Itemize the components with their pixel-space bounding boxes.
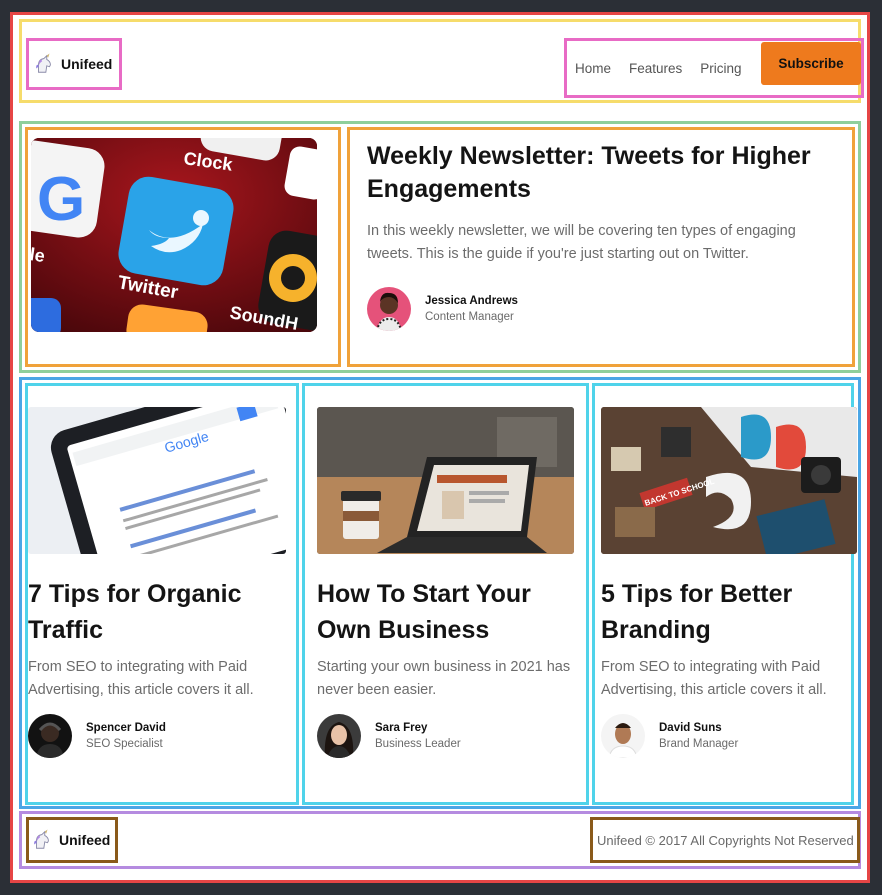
post-title[interactable]: 7 Tips for Organic Traffic <box>28 576 288 648</box>
post-card[interactable]: Google 7 Tips for Organic Traffic From S… <box>25 383 299 805</box>
nav-home[interactable]: Home <box>575 61 611 76</box>
brand-name: Unifeed <box>59 832 111 848</box>
featured-description: In this weekly newsletter, we will be co… <box>367 223 796 262</box>
footer-logo[interactable]: Unifeed <box>26 817 118 863</box>
site-footer: Unifeed Unifeed © 2017 All Copyrights No… <box>19 811 861 869</box>
post-title[interactable]: How To Start Your Own Business <box>317 576 579 648</box>
featured-post: G Clock Twitter SoundH le Weekly Newslet… <box>19 121 861 373</box>
brand-name: Unifeed <box>61 56 113 72</box>
subscribe-button[interactable]: Subscribe <box>761 42 861 85</box>
author-name: Spencer David <box>86 722 166 734</box>
post-author[interactable]: David Suns Brand Manager <box>601 714 738 758</box>
posts-grid: Google 7 Tips for Organic Traffic From S… <box>19 377 861 809</box>
post-description: From SEO to integrating with Paid Advert… <box>601 659 827 698</box>
main-nav: Home Features Pricing Subscribe <box>564 38 864 98</box>
window-top-strip <box>0 0 882 12</box>
author-name: Sara Frey <box>375 722 428 734</box>
avatar <box>367 287 411 331</box>
header-logo[interactable]: Unifeed <box>26 38 122 90</box>
featured-image-wrapper[interactable]: G Clock Twitter SoundH le <box>25 127 341 367</box>
post-author[interactable]: Sara Frey Business Leader <box>317 714 461 758</box>
avatar <box>601 714 645 758</box>
avatar <box>317 714 361 758</box>
copyright-text: Unifeed © 2017 All Copyrights Not Reserv… <box>590 817 860 863</box>
author-role: Content Manager <box>425 311 514 323</box>
post-title[interactable]: 5 Tips for Better Branding <box>601 576 853 648</box>
post-image: Google <box>28 407 286 554</box>
phone-apps-illustration: G Clock Twitter SoundH le <box>31 138 317 332</box>
featured-image: G Clock Twitter SoundH le <box>31 138 317 332</box>
post-card[interactable]: BACK TO SCHOOL 5 Tips for Better Brandin… <box>592 383 857 805</box>
featured-title[interactable]: Weekly Newsletter: Tweets for Higher Eng… <box>367 140 855 206</box>
featured-content: Weekly Newsletter: Tweets for Higher Eng… <box>347 127 855 367</box>
site-header: Unifeed Home Features Pricing Subscribe <box>19 19 864 103</box>
author-role: SEO Specialist <box>86 738 163 750</box>
post-description: From SEO to integrating with Paid Advert… <box>28 659 254 698</box>
post-card[interactable]: How To Start Your Own Business Starting … <box>302 383 589 805</box>
author-name: David Suns <box>659 722 722 734</box>
unicorn-icon <box>34 829 49 849</box>
author-role: Brand Manager <box>659 738 739 750</box>
post-image <box>317 407 574 554</box>
page-container: Unifeed Home Features Pricing Subscribe <box>10 12 870 883</box>
nav-features[interactable]: Features <box>629 61 682 76</box>
post-image: BACK TO SCHOOL <box>601 407 857 554</box>
author-role: Business Leader <box>375 738 461 750</box>
featured-author[interactable]: Jessica Andrews Content Manager <box>367 287 518 331</box>
avatar <box>28 714 72 758</box>
nav-pricing[interactable]: Pricing <box>700 61 741 76</box>
unicorn-icon <box>36 53 51 73</box>
author-name: Jessica Andrews <box>425 295 518 307</box>
post-author[interactable]: Spencer David SEO Specialist <box>28 714 166 758</box>
svg-text:G: G <box>37 165 85 234</box>
post-description: Starting your own business in 2021 has n… <box>317 659 571 698</box>
